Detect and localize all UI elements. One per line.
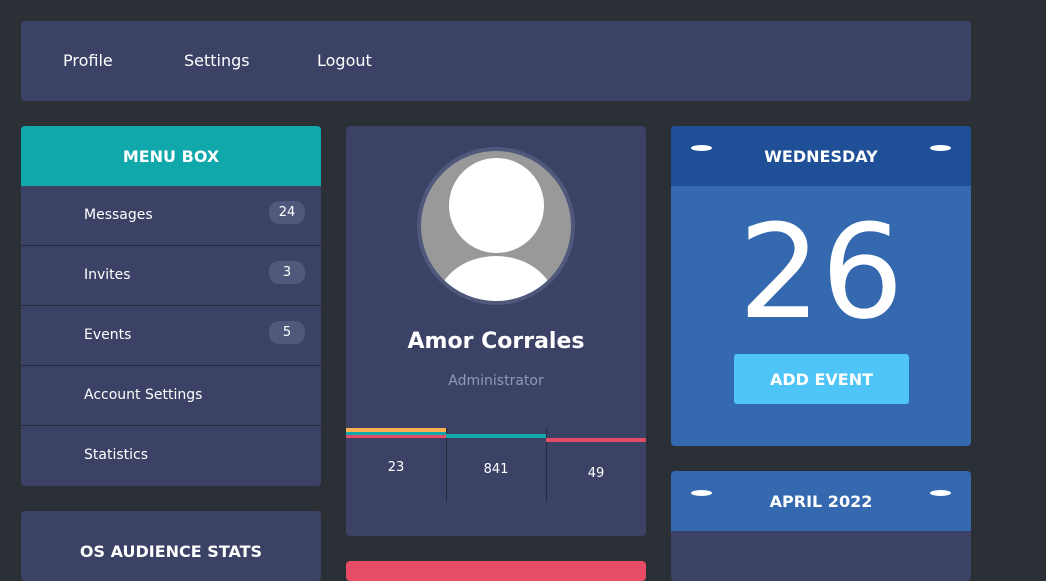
red-panel: [346, 561, 646, 581]
count-badge: 3: [269, 261, 305, 284]
nav-settings-link[interactable]: Settings: [184, 51, 250, 70]
stat-color-bar: [546, 438, 646, 442]
count-badge: 24: [269, 201, 305, 224]
menu-box: MENU BOX Messages 24 Invites 3 Events 5 …: [21, 126, 321, 486]
stat-value: 49: [587, 466, 605, 481]
profile-stat-2: 841: [446, 428, 547, 502]
binder-ring-icon: [930, 490, 951, 496]
nav-profile-link[interactable]: Profile: [63, 51, 113, 70]
calendar-header: WEDNESDAY: [671, 126, 971, 186]
menu-item-statistics[interactable]: Statistics: [21, 426, 321, 485]
binder-ring-icon: [930, 145, 951, 151]
os-audience-stats-title: OS AUDIENCE STATS: [79, 542, 263, 561]
count-badge: 5: [269, 321, 305, 344]
os-audience-stats-panel: OS AUDIENCE STATS: [21, 511, 321, 581]
menu-item-label: Invites: [84, 267, 131, 283]
binder-ring-icon: [691, 490, 712, 496]
month-header: APRIL 2022: [671, 471, 971, 531]
avatar-head-shape: [449, 158, 544, 253]
calendar-weekday: WEDNESDAY: [764, 146, 878, 166]
menu-item-messages[interactable]: Messages 24: [21, 186, 321, 246]
month-calendar-card: APRIL 2022: [671, 471, 971, 581]
nav-logout-link[interactable]: Logout: [317, 51, 372, 70]
calendar-date-card: WEDNESDAY 26 ADD EVENT: [671, 126, 971, 446]
profile-name: Amor Corrales: [407, 329, 585, 354]
stat-color-bar-tertiary: [346, 435, 446, 438]
menu-item-invites[interactable]: Invites 3: [21, 246, 321, 306]
profile-stat-1: 23: [346, 428, 447, 502]
menu-item-label: Statistics: [84, 447, 148, 463]
menu-item-label: Messages: [84, 207, 153, 223]
add-event-button[interactable]: ADD EVENT: [734, 354, 909, 404]
menu-item-account-settings[interactable]: Account Settings: [21, 366, 321, 426]
profile-stat-3: 49: [546, 428, 646, 502]
menu-item-label: Events: [84, 327, 132, 343]
profile-role: Administrator: [448, 373, 544, 389]
top-nav: Profile Settings Logout: [21, 21, 971, 101]
menu-item-events[interactable]: Events 5: [21, 306, 321, 366]
calendar-day-number: 26: [738, 196, 904, 348]
stat-value: 841: [483, 462, 509, 477]
avatar-body-shape: [436, 256, 556, 301]
binder-ring-icon: [691, 145, 712, 151]
stat-value: 23: [387, 460, 405, 475]
menu-item-label: Account Settings: [84, 387, 203, 403]
avatar: [417, 147, 575, 305]
stat-color-bar: [446, 434, 546, 438]
month-title: APRIL 2022: [769, 491, 873, 511]
profile-card: Amor Corrales Administrator 23 841 49: [346, 126, 646, 536]
menu-box-title: MENU BOX: [21, 126, 321, 186]
